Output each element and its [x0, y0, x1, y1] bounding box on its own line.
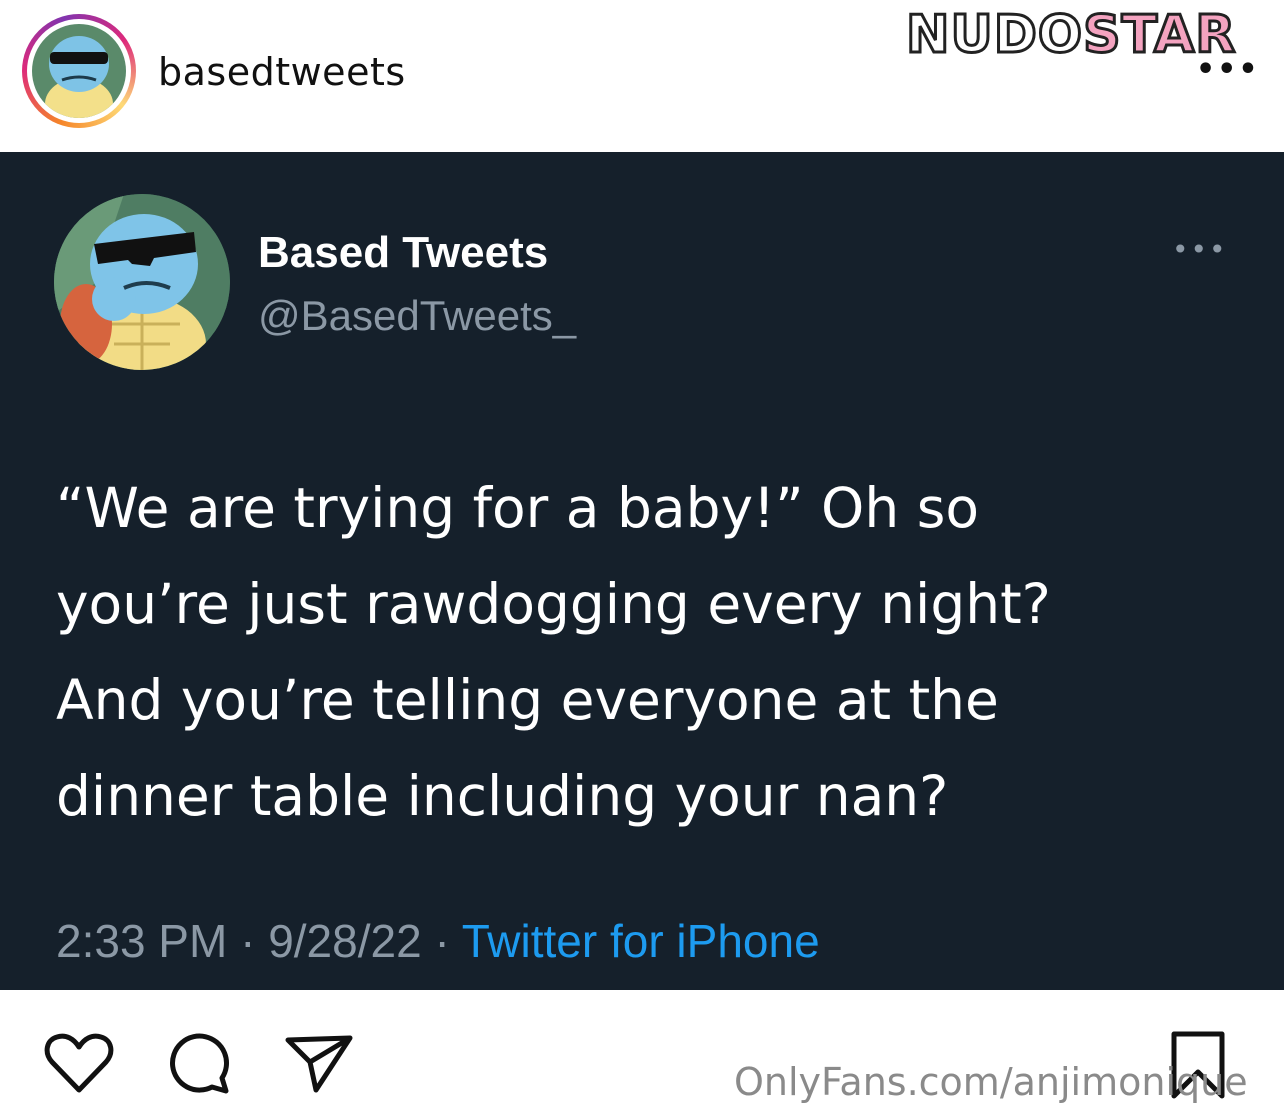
- tweet-text: “We are trying for a baby!” Oh so you’re…: [56, 476, 1051, 828]
- heart-icon[interactable]: [44, 1032, 114, 1094]
- instagram-post-header: basedtweets NUDOSTAR •••: [0, 0, 1284, 152]
- more-horizontal-icon: •••: [1172, 233, 1228, 266]
- profile-avatar[interactable]: [32, 24, 126, 118]
- onlyfans-watermark: OnlyFans.com/anjimonique: [734, 1060, 1248, 1104]
- tweet-source: Twitter for iPhone: [461, 915, 820, 967]
- tweet-display-name: Based Tweets: [258, 228, 549, 277]
- story-ring[interactable]: [22, 14, 136, 128]
- tweet-avatar: [54, 194, 230, 370]
- post-username[interactable]: basedtweets: [158, 50, 406, 94]
- tweet-handle: @BasedTweets_: [258, 292, 577, 339]
- tweet-timestamp: 2:33 PM · 9/28/22 · Twitter for iPhone: [56, 915, 820, 967]
- send-icon[interactable]: [284, 1032, 354, 1094]
- comment-icon[interactable]: [166, 1032, 232, 1094]
- nudostar-watermark: NUDOSTAR: [904, 5, 1237, 66]
- post-action-bar: OnlyFans.com/anjimonique: [0, 990, 1284, 1120]
- more-horizontal-icon[interactable]: •••: [1196, 55, 1260, 85]
- tweet-screenshot: Based Tweets @BasedTweets_ ••• “We are t…: [0, 152, 1284, 990]
